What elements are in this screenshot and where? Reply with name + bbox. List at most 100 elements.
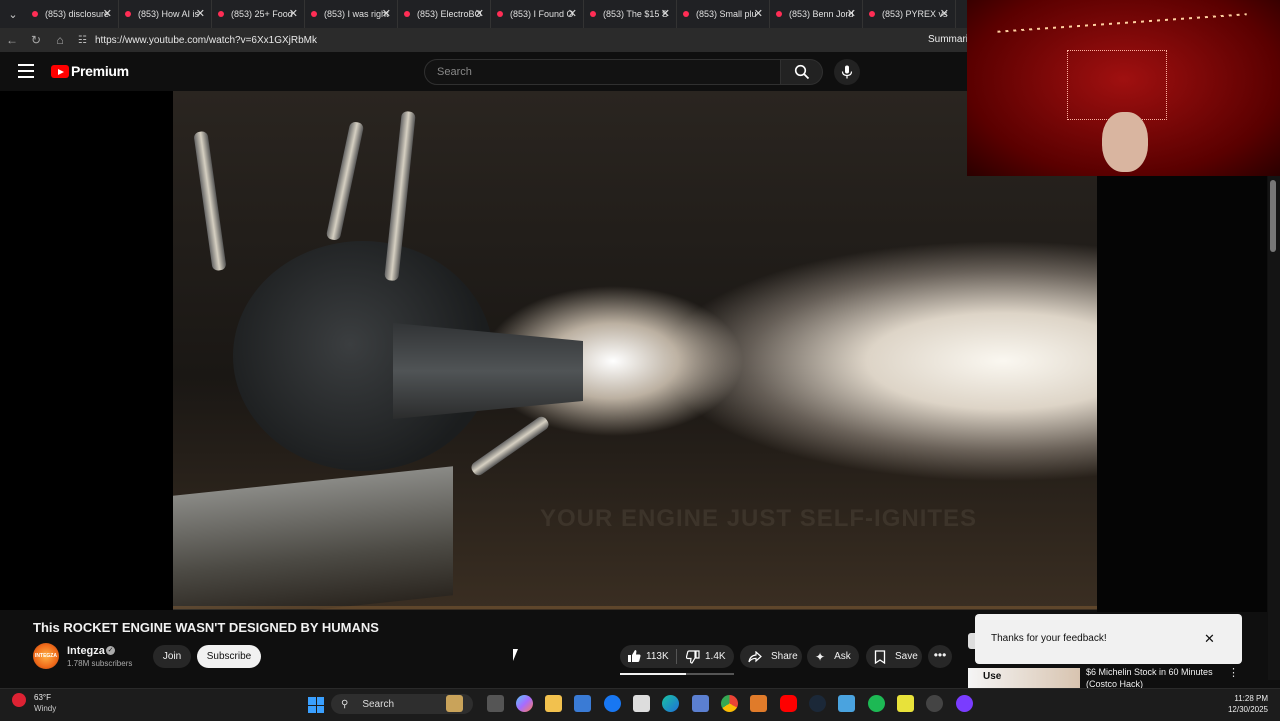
more-horizontal-icon: ••• bbox=[933, 648, 947, 662]
more-actions-button[interactable]: ••• bbox=[928, 645, 952, 668]
youtube-favicon-icon bbox=[218, 11, 224, 17]
recommended-title[interactable]: $6 Michelin Stock in 60 Minutes (Costco H… bbox=[1086, 666, 1226, 690]
summarize-button[interactable]: Summari bbox=[928, 34, 968, 45]
browser-tab[interactable]: (853) Benn Jord ✕ bbox=[770, 0, 863, 28]
youtube-favicon-icon bbox=[497, 11, 503, 17]
save-button[interactable]: Save bbox=[866, 645, 922, 668]
tab-close-icon[interactable]: ✕ bbox=[940, 7, 949, 20]
like-separator bbox=[676, 649, 677, 664]
temperature[interactable]: 63°F bbox=[34, 693, 51, 702]
amazon-icon[interactable] bbox=[633, 695, 650, 712]
tab-close-icon[interactable]: ✕ bbox=[103, 7, 112, 20]
store-icon[interactable] bbox=[574, 695, 591, 712]
browser-tab[interactable]: (853) PYREX vs ✕ bbox=[863, 0, 956, 28]
streamer-face bbox=[1102, 112, 1148, 172]
youtube-logo-icon[interactable] bbox=[51, 65, 69, 78]
video-title: This ROCKET ENGINE WASN'T DESIGNED BY HU… bbox=[33, 620, 379, 635]
notes-icon[interactable] bbox=[897, 695, 914, 712]
calculator-icon[interactable] bbox=[692, 695, 709, 712]
dislike-count: 1.4K bbox=[705, 651, 726, 662]
tab-close-icon[interactable]: ✕ bbox=[661, 7, 670, 20]
channel-name[interactable]: Integza bbox=[67, 645, 105, 657]
search-button[interactable] bbox=[781, 59, 823, 85]
chip-edge bbox=[968, 633, 975, 649]
thumbnail-text: Use bbox=[983, 671, 1002, 682]
browser-tab[interactable]: (853) I was right ✕ bbox=[305, 0, 398, 28]
home-icon[interactable]: ⌂ bbox=[48, 33, 72, 47]
file-explorer-icon[interactable] bbox=[545, 695, 562, 712]
clock-date[interactable]: 12/30/2025 bbox=[1222, 705, 1268, 714]
like-ratio-fill bbox=[620, 673, 687, 675]
tab-close-icon[interactable]: ✕ bbox=[475, 7, 484, 20]
engine-pipe bbox=[193, 130, 227, 272]
youtube-premium-label[interactable]: Premium bbox=[71, 63, 129, 79]
tab-close-icon[interactable]: ✕ bbox=[847, 7, 856, 20]
toast-message: Thanks for your feedback! bbox=[991, 633, 1107, 644]
vlc-icon[interactable] bbox=[750, 695, 767, 712]
browser-tab[interactable]: (853) ElectroBO ✕ bbox=[398, 0, 491, 28]
youtube-favicon-icon bbox=[776, 11, 782, 17]
ask-button[interactable]: ✦ Ask bbox=[807, 645, 859, 668]
widget-icon[interactable] bbox=[446, 695, 463, 712]
scrollbar-thumb[interactable] bbox=[1270, 180, 1276, 252]
browser-tab[interactable]: (853) disclosure ✕ bbox=[26, 0, 119, 28]
chrome-icon[interactable] bbox=[721, 695, 738, 712]
clock-time[interactable]: 11:28 PM bbox=[1232, 694, 1268, 703]
reload-icon[interactable]: ↻ bbox=[24, 33, 48, 47]
browser-tab[interactable]: (853) The $15 S ✕ bbox=[584, 0, 677, 28]
app-icon[interactable] bbox=[926, 695, 943, 712]
voice-search-button[interactable] bbox=[834, 59, 860, 85]
led-light-strip bbox=[997, 13, 1247, 33]
microphone-icon bbox=[841, 65, 853, 79]
tab-close-icon[interactable]: ✕ bbox=[568, 7, 577, 20]
search-input[interactable] bbox=[435, 65, 769, 79]
browser-tab[interactable]: (853) Small plu ✕ bbox=[677, 0, 770, 28]
save-label: Save bbox=[895, 651, 918, 662]
tab-list-chevron-icon[interactable]: ⌄ bbox=[0, 0, 26, 28]
back-arrow-icon[interactable]: ← bbox=[0, 33, 24, 47]
secondary-panel bbox=[1097, 176, 1267, 612]
youtube-favicon-icon bbox=[125, 11, 131, 17]
tab-close-icon[interactable]: ✕ bbox=[754, 7, 763, 20]
browser-tab[interactable]: (853) How AI is ✕ bbox=[119, 0, 212, 28]
site-info-icon[interactable]: ☷ bbox=[78, 35, 87, 46]
like-button[interactable] bbox=[627, 649, 641, 668]
share-button[interactable]: Share bbox=[740, 645, 802, 668]
tab-close-icon[interactable]: ✕ bbox=[289, 7, 298, 20]
background-doorway bbox=[1067, 50, 1167, 120]
steam-icon[interactable] bbox=[809, 695, 826, 712]
copilot-icon[interactable] bbox=[516, 695, 533, 712]
tab-close-icon[interactable]: ✕ bbox=[196, 7, 205, 20]
tab-close-icon[interactable]: ✕ bbox=[382, 7, 391, 20]
video-progress-bar[interactable] bbox=[173, 606, 1097, 609]
weather-icon[interactable] bbox=[12, 693, 26, 707]
thumbs-up-icon bbox=[628, 650, 641, 662]
task-view-icon[interactable] bbox=[487, 695, 504, 712]
webcam-overlay bbox=[967, 0, 1280, 176]
close-icon[interactable]: ✕ bbox=[1204, 631, 1215, 647]
url-field[interactable]: https://www.youtube.com/watch?v=6Xx1GXjR… bbox=[95, 35, 317, 46]
dislike-button[interactable] bbox=[685, 650, 700, 669]
youtube-app-icon[interactable] bbox=[780, 695, 797, 712]
edge-icon[interactable] bbox=[662, 695, 679, 712]
like-count: 113K bbox=[646, 651, 669, 662]
menu-icon[interactable] bbox=[18, 64, 34, 78]
thumbs-down-icon bbox=[685, 650, 700, 664]
search-icon: ⚲ bbox=[341, 698, 349, 710]
facebook-icon[interactable] bbox=[604, 695, 621, 712]
like-ratio-bar bbox=[620, 673, 734, 675]
subscribe-button[interactable]: Subscribe bbox=[197, 645, 261, 668]
metal-test-stand bbox=[173, 466, 453, 610]
browser-tab[interactable]: (853) I Found O ✕ bbox=[491, 0, 584, 28]
weather-condition[interactable]: Windy bbox=[34, 704, 56, 713]
video-caption: YOUR ENGINE JUST SELF-IGNITES bbox=[540, 505, 978, 532]
search-box[interactable] bbox=[424, 59, 781, 85]
windows-start-icon[interactable] bbox=[308, 697, 324, 713]
join-button[interactable]: Join bbox=[153, 645, 191, 668]
browser-tab[interactable]: (853) 25+ Food ✕ bbox=[212, 0, 305, 28]
channel-avatar[interactable]: INTEGZA bbox=[33, 643, 59, 669]
obs-icon[interactable] bbox=[956, 695, 973, 712]
more-vertical-icon[interactable]: ⋮ bbox=[1228, 666, 1239, 679]
settings-gear-icon[interactable] bbox=[838, 695, 855, 712]
xbox-icon[interactable] bbox=[868, 695, 885, 712]
